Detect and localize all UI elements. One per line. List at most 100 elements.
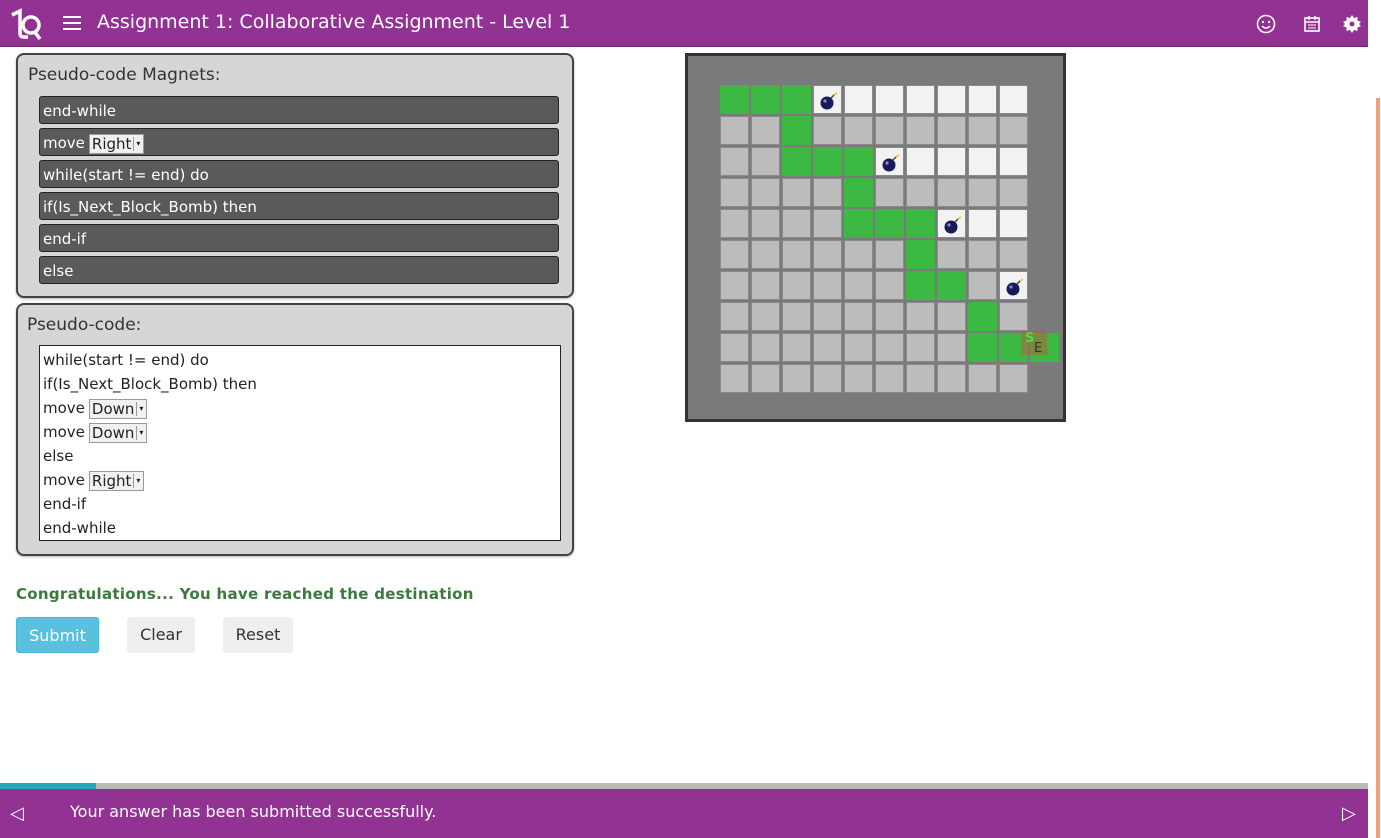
pseudocode-drop-area[interactable]: while(start != end) do if(Is_Next_Block_B… — [39, 345, 561, 541]
grid-cell — [844, 147, 873, 176]
clear-button[interactable]: Clear — [127, 617, 195, 653]
grid-cell — [844, 209, 873, 238]
grid-cell — [999, 209, 1028, 238]
direction-select[interactable]: Right ▾ — [88, 470, 145, 491]
grid-cell — [937, 147, 966, 176]
code-line-text: end-if — [43, 495, 87, 513]
grid-cell-bomb — [875, 147, 904, 176]
code-line-text: move — [43, 399, 85, 417]
grid-cell — [937, 302, 966, 331]
grid-cell — [813, 271, 842, 300]
grid-cell — [968, 271, 997, 300]
magnet-text: move — [43, 134, 85, 152]
magnet-block[interactable]: end-while — [39, 96, 559, 124]
next-arrow-icon[interactable]: ▷ — [1342, 805, 1356, 823]
grid-cell — [782, 333, 811, 362]
grid-cell — [875, 364, 904, 393]
magnet-block[interactable]: while(start != end) do — [39, 160, 559, 188]
scroll-indicator — [1376, 98, 1380, 838]
smiley-icon[interactable] — [1256, 14, 1276, 34]
grid-cell — [999, 116, 1028, 145]
grid-cell — [968, 333, 997, 362]
grid-cell — [751, 116, 780, 145]
grid-cell — [720, 85, 749, 114]
grid-cell — [751, 333, 780, 362]
grid-cell — [937, 271, 966, 300]
grid-cell — [906, 85, 935, 114]
footer-message: Your answer has been submitted successfu… — [70, 802, 437, 821]
grid-cell — [720, 147, 749, 176]
grid-cell — [813, 364, 842, 393]
bomb-icon — [944, 216, 962, 234]
grid-cell — [844, 333, 873, 362]
grid-cell — [937, 85, 966, 114]
hamburger-menu-icon[interactable] — [63, 16, 81, 30]
reset-button[interactable]: Reset — [223, 617, 293, 653]
code-line[interactable]: if(Is_Next_Block_Bomb) then — [43, 372, 257, 396]
grid-cell — [720, 271, 749, 300]
dropdown-arrow-icon[interactable]: ▾ — [133, 473, 142, 488]
code-line[interactable]: move Right ▾ — [43, 468, 145, 492]
magnet-block[interactable]: end-if — [39, 224, 559, 252]
grid-cell — [875, 209, 904, 238]
code-line-text: move — [43, 423, 85, 441]
grid-cell — [813, 240, 842, 269]
grid-cell — [906, 209, 935, 238]
grid-cell — [813, 178, 842, 207]
gear-icon[interactable] — [1342, 14, 1362, 34]
grid-cell — [782, 178, 811, 207]
grid-cell — [999, 147, 1028, 176]
direction-select[interactable]: Down ▾ — [88, 398, 148, 419]
code-line[interactable]: else — [43, 444, 73, 468]
code-line[interactable]: move Down ▾ — [43, 396, 148, 420]
grid-cell — [875, 240, 904, 269]
grid-cell — [906, 333, 935, 362]
magnet-block[interactable]: move Right ▾ — [39, 128, 559, 156]
grid-cell — [813, 209, 842, 238]
grid-cell — [720, 364, 749, 393]
direction-select[interactable]: Right ▾ — [88, 133, 145, 154]
magnet-text: end-while — [43, 102, 117, 120]
grid-cell — [751, 178, 780, 207]
grid-cell — [813, 116, 842, 145]
grid-cell — [751, 364, 780, 393]
grid-cell — [875, 178, 904, 207]
grid-cell — [968, 178, 997, 207]
grid-cell — [968, 364, 997, 393]
magnets-panel: Pseudo-code Magnets: end-while move Right ▾… — [16, 53, 574, 298]
grid-cell — [906, 364, 935, 393]
page-title: Assignment 1: Collaborative Assignment -… — [97, 11, 571, 33]
direction-select[interactable]: Down ▾ — [88, 422, 148, 443]
grid-cell — [844, 302, 873, 331]
status-message: Congratulations... You have reached the … — [16, 585, 474, 603]
grid-cell — [782, 147, 811, 176]
magnet-block[interactable]: else — [39, 256, 559, 284]
code-line[interactable]: end-if — [43, 492, 86, 516]
prev-arrow-icon[interactable]: ◁ — [10, 805, 24, 823]
pseudocode-panel: Pseudo-code: while(start != end) do if(Is… — [16, 303, 574, 556]
grid-cell — [782, 302, 811, 331]
dropdown-arrow-icon[interactable]: ▾ — [136, 425, 145, 440]
dropdown-arrow-icon[interactable]: ▾ — [136, 401, 145, 416]
magnet-block[interactable]: if(Is_Next_Block_Bomb) then — [39, 192, 559, 220]
grid-cell — [937, 240, 966, 269]
grid-cell — [844, 364, 873, 393]
code-line[interactable]: while(start != end) do — [43, 348, 209, 372]
grid-cell — [751, 147, 780, 176]
grid-cell-bomb — [813, 85, 842, 114]
dropdown-arrow-icon[interactable]: ▾ — [133, 136, 142, 151]
magnet-text: if(Is_Next_Block_Bomb) then — [43, 198, 257, 216]
app-logo-icon[interactable] — [8, 7, 42, 41]
submit-button[interactable]: Submit — [16, 617, 99, 653]
grid-cell — [968, 147, 997, 176]
grid-cell — [751, 85, 780, 114]
grid-cell — [937, 178, 966, 207]
grid-cell — [875, 302, 904, 331]
code-line[interactable]: move Down ▾ — [43, 420, 148, 444]
calendar-icon[interactable] — [1302, 14, 1322, 34]
grid-cell — [906, 271, 935, 300]
grid-cell — [782, 116, 811, 145]
code-line[interactable]: end-while — [43, 516, 116, 540]
grid-cell — [875, 271, 904, 300]
bomb-icon — [882, 154, 900, 172]
